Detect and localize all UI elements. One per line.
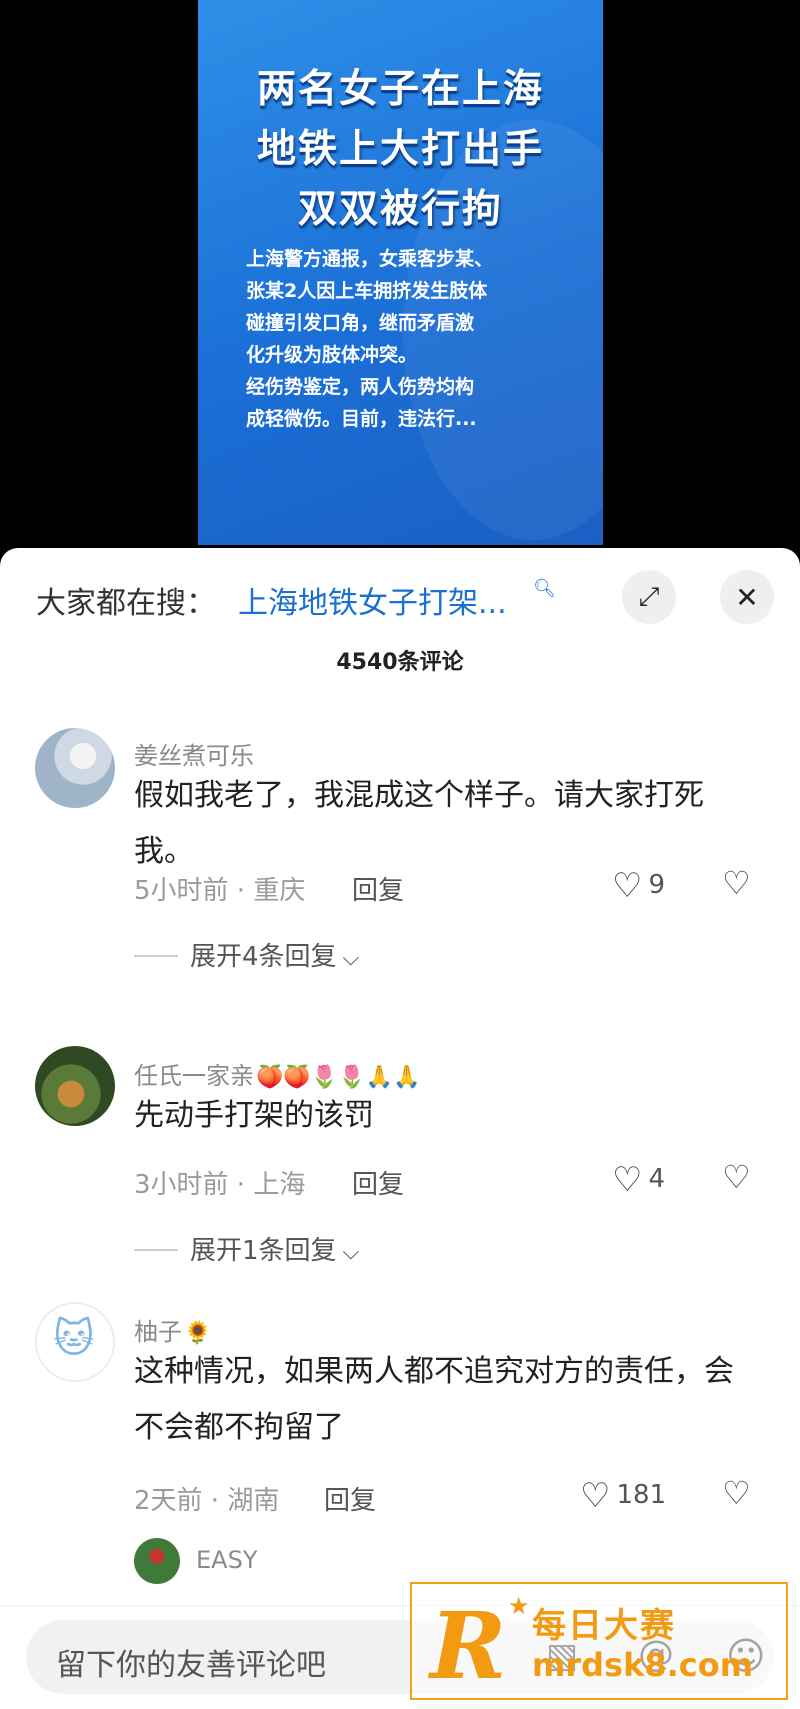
video-body-line: 化升级为肢体冲突。 xyxy=(246,344,418,366)
avatar[interactable] xyxy=(35,728,115,808)
comment-sheet: 大家都在搜： 上海地铁女子打架... 🔍︎ ⤢ ✕ 4540条评论 姜丝煮可乐 … xyxy=(0,548,800,1709)
expand-replies-button[interactable]: 展开1条回复 ⌵ xyxy=(134,1230,359,1267)
broken-heart-icon[interactable]: ♡ xyxy=(722,864,751,902)
reply-button[interactable]: 回复 xyxy=(352,1164,404,1201)
watermark-brand: 每日大赛 xyxy=(532,1606,676,1646)
watermark-domain: mrdsk8.com xyxy=(532,1646,754,1684)
video-title-line-2: 地铁上大打出手 xyxy=(256,127,544,172)
like-button[interactable]: ♡ 181 xyxy=(580,1476,666,1516)
video-body-text: 上海警方通报，女乘客步某、 张某2人因上车拥挤发生肢体 碰撞引发口角，继而矛盾激… xyxy=(246,243,566,435)
like-button[interactable]: ♡ 4 xyxy=(612,1160,665,1200)
watermark: R ★ 每日大赛 mrdsk8.com xyxy=(410,1582,788,1700)
username-emoji-icon: 🍑🍑🌷🌷🙏🙏 xyxy=(256,1065,421,1090)
reply-button[interactable]: 回复 xyxy=(352,870,404,907)
comment-username-text: 柚子 xyxy=(134,1318,182,1346)
like-count: 4 xyxy=(648,1164,666,1194)
cat-avatar-icon: 🐱︎ xyxy=(53,1316,95,1362)
divider-line xyxy=(134,1249,178,1251)
comment-username-text: 任氏一家亲 xyxy=(134,1062,254,1090)
comment-username[interactable]: 任氏一家亲🍑🍑🌷🌷🙏🙏 xyxy=(134,1056,420,1091)
watermark-logo: R xyxy=(430,1592,507,1700)
video-body-line: 碰撞引发口角，继而矛盾激 xyxy=(246,312,475,334)
video-body-line: 成轻微伤。目前，违法行... xyxy=(246,408,477,430)
comment-count: 4540条评论 xyxy=(336,650,464,675)
comment-username[interactable]: EASY xyxy=(196,1546,257,1574)
comment-username[interactable]: 姜丝煮可乐 xyxy=(134,736,254,771)
video-title-line-1: 两名女子在上海 xyxy=(256,67,544,112)
comment-text: 这种情况，如果两人都不追究对方的责任，会不会都不拘留了 xyxy=(134,1354,734,1445)
close-button[interactable]: ✕ xyxy=(720,570,774,624)
search-suggestion-label: 大家都在搜： xyxy=(36,586,216,621)
video-player[interactable]: 两名女子在上海 地铁上大打出手 双双被行拘 上海警方通报，女乘客步某、 张某2人… xyxy=(0,0,800,560)
avatar[interactable] xyxy=(35,1046,115,1126)
video-title-line-3: 双双被行拘 xyxy=(297,187,503,232)
comment-username[interactable]: 柚子🌻 xyxy=(134,1312,211,1347)
heart-icon: ♡ xyxy=(580,1476,611,1516)
username-emoji-icon: 🌻 xyxy=(184,1321,212,1346)
video-body-line: 上海警方通报，女乘客步某、 xyxy=(246,248,494,270)
heart-icon: ♡ xyxy=(612,866,643,906)
comment-text: 先动手打架的该罚 xyxy=(134,1098,374,1133)
reply-button[interactable]: 回复 xyxy=(324,1480,376,1517)
like-count: 181 xyxy=(616,1480,667,1510)
broken-heart-icon[interactable]: ♡ xyxy=(722,1474,751,1512)
comment-text: 假如我老了，我混成这个样子。请大家打死我。 xyxy=(134,778,704,869)
like-count: 9 xyxy=(648,870,666,900)
video-body-line: 张某2人因上车拥挤发生肢体 xyxy=(246,280,488,302)
star-icon: ★ xyxy=(508,1592,530,1620)
video-body-line: 经伤势鉴定，两人伤势均构 xyxy=(246,376,475,398)
like-button[interactable]: ♡ 9 xyxy=(612,866,665,906)
comment-time-location: 2天前 · 湖南 xyxy=(134,1486,280,1516)
avatar[interactable] xyxy=(134,1538,180,1584)
divider-line xyxy=(134,955,178,957)
comment-time-location: 3小时前 · 上海 xyxy=(134,1170,306,1200)
video-frame: 两名女子在上海 地铁上大打出手 双双被行拘 上海警方通报，女乘客步某、 张某2人… xyxy=(198,0,603,545)
search-icon[interactable]: 🔍︎ xyxy=(533,578,556,599)
expand-replies-button[interactable]: 展开4条回复 ⌵ xyxy=(134,936,359,973)
broken-heart-icon[interactable]: ♡ xyxy=(722,1158,751,1196)
close-icon: ✕ xyxy=(735,580,759,614)
avatar[interactable]: 🐱︎ xyxy=(35,1302,115,1382)
comment-time-location: 5小时前 · 重庆 xyxy=(134,876,306,906)
search-suggestion-query[interactable]: 上海地铁女子打架... xyxy=(238,578,507,622)
heart-icon: ♡ xyxy=(612,1160,643,1200)
expand-button[interactable]: ⤢ xyxy=(622,570,676,624)
comment-input-placeholder: 留下你的友善评论吧 xyxy=(56,1648,326,1683)
expand-replies-label: 展开4条回复 xyxy=(190,942,337,972)
expand-icon: ⤢ xyxy=(638,581,660,612)
chevron-down-icon: ⌵ xyxy=(342,946,360,971)
search-suggestion-row[interactable]: 大家都在搜： 上海地铁女子打架... 🔍︎ xyxy=(0,548,800,648)
expand-replies-label: 展开1条回复 xyxy=(190,1236,337,1266)
chevron-down-icon: ⌵ xyxy=(342,1240,360,1265)
